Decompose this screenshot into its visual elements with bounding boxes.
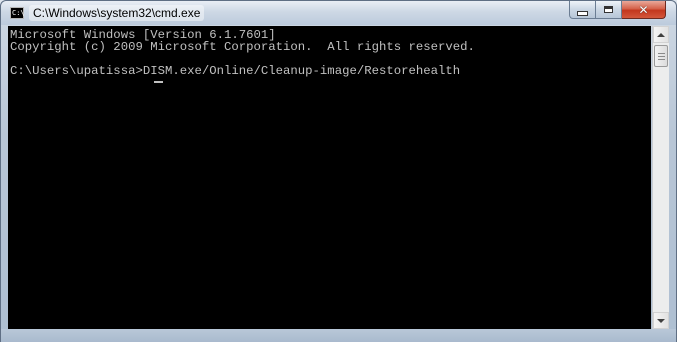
- scroll-up-icon: [657, 32, 665, 37]
- thumb-grip: [658, 59, 665, 60]
- minimize-button[interactable]: [569, 1, 596, 19]
- close-icon: ✕: [638, 2, 649, 17]
- thumb-grip: [658, 56, 665, 57]
- caption-buttons: ✕: [569, 1, 666, 21]
- minimize-icon: [577, 10, 588, 16]
- window-bottom-frame: [1, 329, 676, 342]
- window-title: C:\Windows\system32\cmd.exe: [29, 5, 205, 21]
- maximize-icon: [604, 6, 613, 13]
- thumb-grip: [658, 53, 665, 54]
- console-output[interactable]: Microsoft Windows [Version 6.1.7601] Cop…: [8, 26, 651, 329]
- cmd-icon[interactable]: C:\: [10, 7, 25, 19]
- console-line: Copyright (c) 2009 Microsoft Corporation…: [10, 40, 475, 54]
- command-line: C:\Users\upatissa>DISM.exe/Online/Cleanu…: [10, 64, 461, 78]
- close-button[interactable]: ✕: [622, 1, 666, 19]
- scroll-thumb[interactable]: [654, 45, 668, 67]
- title-bar[interactable]: C:\ C:\Windows\system32\cmd.exe ✕: [1, 1, 676, 25]
- text-cursor: [154, 81, 163, 83]
- scroll-down-button[interactable]: [653, 312, 669, 329]
- scroll-down-icon: [657, 318, 665, 323]
- maximize-button[interactable]: [596, 1, 622, 19]
- scroll-up-button[interactable]: [653, 26, 669, 43]
- cmd-window: C:\ C:\Windows\system32\cmd.exe ✕ Micros…: [0, 0, 677, 342]
- vertical-scrollbar[interactable]: [652, 26, 669, 329]
